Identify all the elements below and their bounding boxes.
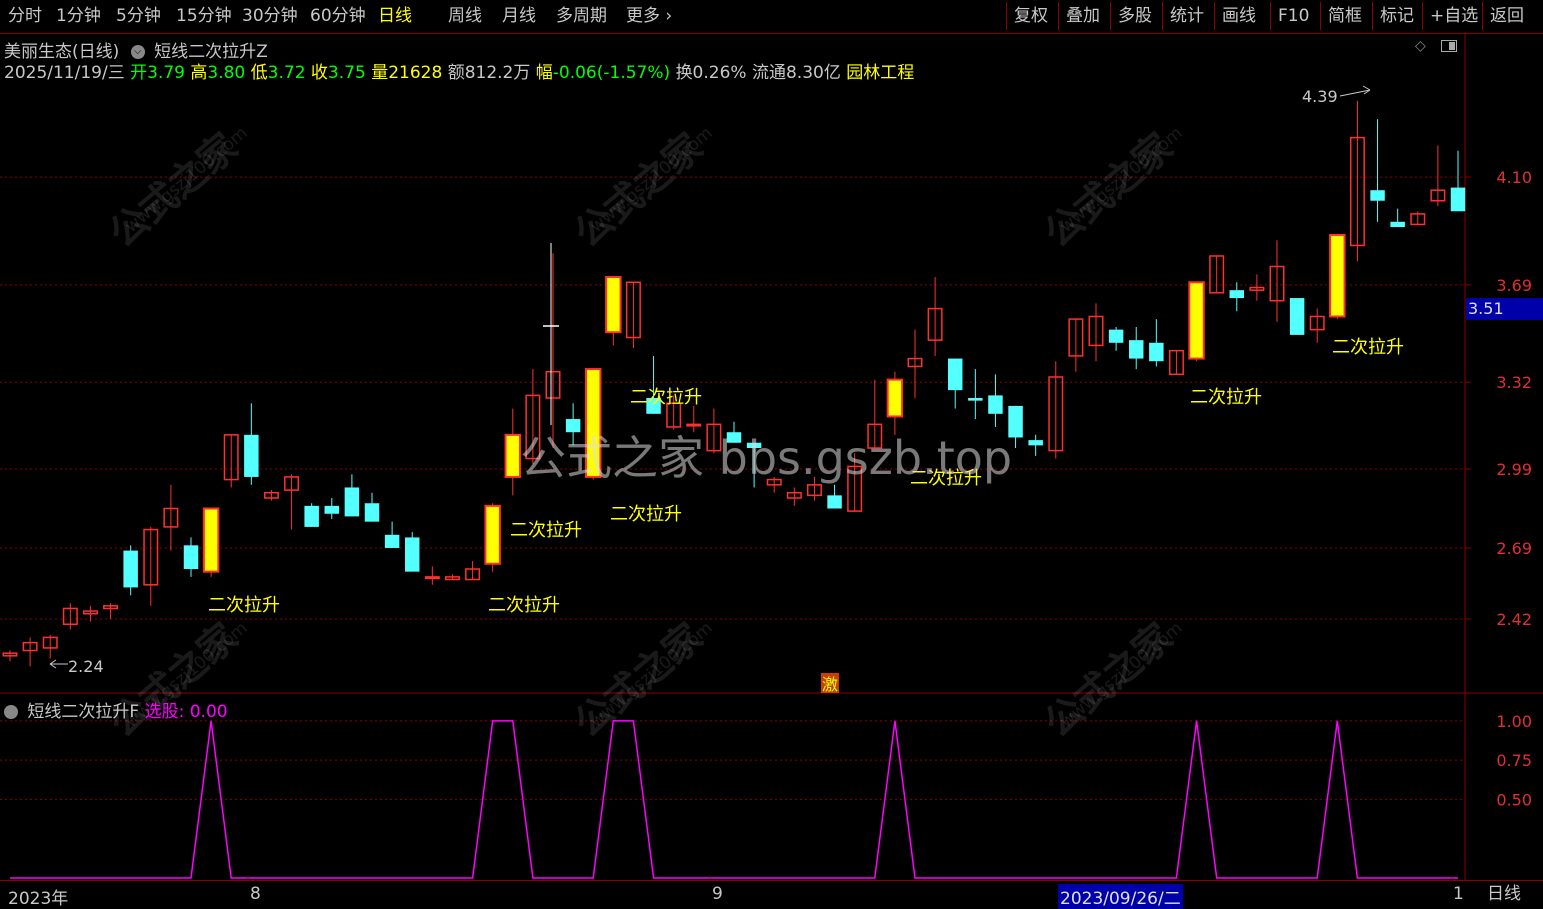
candle-down <box>947 358 963 391</box>
indicator-axis-label: 1.00 <box>1496 712 1532 731</box>
signal-label: 二次拉升 <box>630 387 702 408</box>
price-axis-label: 4.10 <box>1496 168 1532 187</box>
candle-down <box>1229 290 1245 299</box>
signal-candle <box>886 378 904 418</box>
candle-down <box>968 398 983 401</box>
price-axis-label: 3.69 <box>1496 276 1532 295</box>
indicator-panel-title: 短线二次拉升F 选股: 0.00 <box>4 697 228 722</box>
signal-label: 二次拉升 <box>510 520 582 541</box>
series-value: 0.00 <box>189 702 228 722</box>
candle-down <box>1108 329 1124 343</box>
signal-candle <box>605 276 622 334</box>
candle-down <box>123 550 138 588</box>
candle-down <box>827 495 842 509</box>
candle-down <box>364 503 380 522</box>
time-label-month: 9 <box>712 884 723 904</box>
candle-down <box>988 395 1003 414</box>
indicator-axis-label: 0.75 <box>1496 751 1532 770</box>
signal-label: 二次拉升 <box>1190 387 1262 408</box>
candle-down <box>1289 298 1305 335</box>
period-selector[interactable]: 日线 <box>1466 882 1542 907</box>
min-price-label: 2.24 <box>68 657 104 676</box>
time-label-month: 8 <box>250 884 261 904</box>
candle-down <box>304 505 319 527</box>
max-price-label: 4.39 <box>1302 87 1338 106</box>
candle-down <box>324 505 340 514</box>
settings-icon[interactable] <box>4 705 18 719</box>
time-label-year: 2023年 <box>8 889 69 909</box>
signal-label: 二次拉升 <box>208 595 280 616</box>
indicator-panel-name[interactable]: 短线二次拉升F <box>27 702 139 722</box>
event-marker: 激 <box>822 675 838 694</box>
signal-label: 二次拉升 <box>610 504 682 525</box>
signal-label: 二次拉升 <box>488 595 560 616</box>
time-cursor-date: 2023/09/26/二 <box>1058 884 1183 909</box>
candle-down <box>1028 440 1043 446</box>
price-axis-label: 2.69 <box>1496 539 1532 558</box>
candle-down <box>1128 340 1144 359</box>
candle-down <box>1370 190 1385 201</box>
candle-down <box>404 537 420 572</box>
signal-candle <box>1188 281 1205 360</box>
candle-down <box>384 534 400 548</box>
time-label-month: 1 <box>1453 884 1464 904</box>
price-axis-label: 3.32 <box>1496 373 1532 392</box>
candle-down <box>1390 221 1405 228</box>
price-axis-label: 2.42 <box>1496 610 1532 629</box>
time-axis: 2023年 8 9 2023/09/26/二 1 <box>0 880 1543 909</box>
current-price-tag: 3.51 <box>1466 298 1543 320</box>
indicator-axis-label: 0.50 <box>1496 790 1532 809</box>
candle-down <box>344 487 360 517</box>
candle-down <box>183 545 199 569</box>
signal-candle <box>202 507 220 573</box>
series-label: 选股: <box>144 702 185 722</box>
signal-label: 二次拉升 <box>1332 337 1404 358</box>
candle-down <box>244 434 259 477</box>
signal-candle <box>504 433 522 478</box>
candle-down <box>1149 342 1164 362</box>
candle-up <box>424 576 440 580</box>
signal-candle <box>1329 233 1346 318</box>
candle-down <box>1450 187 1466 212</box>
signal-candle <box>484 504 501 565</box>
center-watermark: 公式之家 bbs.gszb.top <box>520 431 1013 485</box>
price-axis-label: 2.99 <box>1496 460 1532 479</box>
